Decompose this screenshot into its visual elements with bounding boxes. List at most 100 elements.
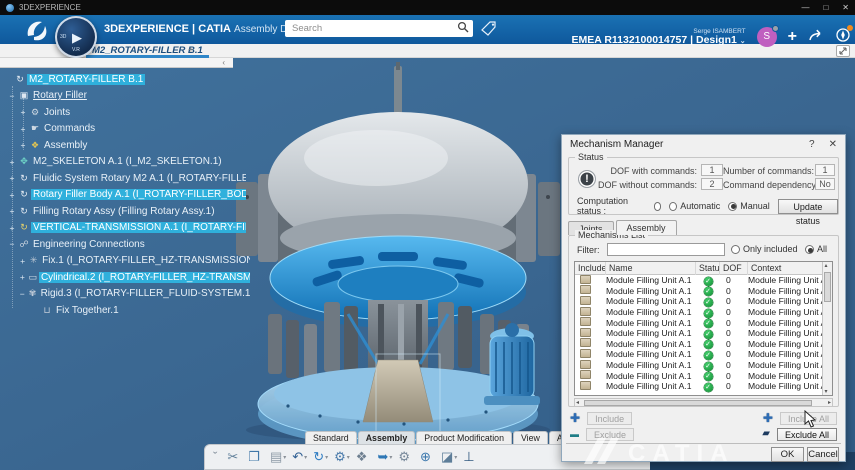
tree-item[interactable]: + ↻ VERTICAL-TRANSMISSION A.1 (I_ROTARY-… — [0, 220, 250, 237]
tree-expander[interactable]: + — [18, 140, 28, 150]
search-icon[interactable] — [457, 20, 469, 38]
tree-expander[interactable]: − — [7, 91, 17, 101]
tree-expander[interactable]: + — [7, 190, 17, 200]
close-button[interactable]: ✕ — [842, 3, 849, 12]
radio-all[interactable] — [805, 245, 814, 254]
tree-item[interactable]: + ↻ Filling Rotary Assy (Filling Rotary … — [0, 203, 250, 220]
include-all-button[interactable]: ✚ Include All — [763, 411, 837, 425]
update-assembly-icon[interactable]: ⊕ ▾ — [418, 446, 437, 468]
robot-axis-icon[interactable]: ⊥ ▾ — [461, 446, 480, 468]
minimize-button[interactable]: — — [801, 3, 809, 12]
section-view-icon[interactable]: ◪ ▾ — [439, 446, 459, 468]
dropdown-caret-icon[interactable]: ▾ — [454, 454, 457, 461]
dialog-close-button[interactable]: ✕ — [829, 139, 837, 150]
included-icon[interactable] — [580, 338, 591, 347]
dropdown-caret-icon[interactable]: ▾ — [304, 454, 307, 461]
tag-icon[interactable] — [481, 20, 498, 42]
mechanism-row[interactable]: Module Filling Unit A.1 0 Module Filling… — [575, 328, 832, 339]
share-icon[interactable] — [808, 28, 824, 47]
radio-only-included[interactable] — [731, 245, 740, 254]
workspace-selector[interactable]: EMEA R1132100014757 | Design1 ⌄ — [571, 35, 745, 47]
new-component-icon[interactable]: ⚙ ▾ — [332, 446, 352, 468]
update-icon[interactable]: ↻ ▾ — [311, 446, 330, 468]
tree-item[interactable]: − ☍ Engineering Connections — [0, 236, 250, 253]
mechanism-row[interactable]: Module Filling Unit A.1 0 Module Filling… — [575, 370, 832, 381]
dropdown-caret-icon[interactable]: ▾ — [389, 454, 392, 461]
help-compass-icon[interactable] — [835, 27, 851, 48]
mechanism-row[interactable]: Module Filling Unit A.1 0 Module Filling… — [575, 349, 832, 360]
included-icon[interactable] — [580, 275, 591, 284]
mechanism-row[interactable]: Module Filling Unit A.1 0 Module Filling… — [575, 296, 832, 307]
undo-icon[interactable]: ↶ ▾ — [290, 446, 309, 468]
dialog-tab[interactable]: Assembly — [616, 220, 677, 235]
paste-icon[interactable]: ▤ ▾ — [268, 446, 288, 468]
filter-input[interactable] — [607, 243, 725, 256]
radio-automatic[interactable] — [669, 202, 677, 211]
include-button[interactable]: ✚ Include — [570, 411, 632, 425]
dropdown-caret-icon[interactable]: ▾ — [347, 454, 350, 461]
tree-expander[interactable]: − — [7, 239, 17, 249]
exclude-button[interactable]: ▬ Exclude — [570, 427, 634, 441]
included-icon[interactable] — [580, 349, 591, 358]
included-icon[interactable] — [580, 285, 591, 294]
tree-expander[interactable]: + — [18, 107, 28, 117]
mechanism-row[interactable]: Module Filling Unit A.1 0 Module Filling… — [575, 286, 832, 297]
mechanism-row[interactable]: Module Filling Unit A.1 0 Module Filling… — [575, 360, 832, 371]
copy-icon[interactable]: ❐ ▾ — [246, 446, 266, 468]
maximize-button[interactable]: □ — [823, 3, 828, 12]
3d-compass-icon[interactable]: ▶ 3D V.R — [55, 16, 97, 58]
manage-representations-icon[interactable]: ⚙ ▾ — [396, 446, 416, 468]
exclude-all-button[interactable]: ▰ Exclude All — [762, 427, 837, 441]
user-block[interactable]: Serge ISAMBERT EMEA R1132100014757 | Des… — [571, 28, 745, 47]
tree-expander[interactable]: + — [7, 157, 17, 167]
included-icon[interactable] — [580, 328, 591, 337]
compass-play-icon[interactable]: ▶ — [72, 30, 82, 46]
table-header[interactable]: Included Name Status DOF w... Context — [575, 262, 832, 275]
tree-item[interactable]: − ✾ Rigid.3 (I_ROTARY-FILLER_FLUID-SYSTE… — [0, 286, 250, 303]
tree-item[interactable]: + ✥ M2_SKELETON A.1 (I_M2_SKELETON.1) — [0, 154, 250, 171]
actionbar-tab[interactable]: Product Modification — [416, 431, 512, 444]
search-input[interactable]: Search — [285, 20, 473, 37]
tree-collapse-icon[interactable]: ‹ — [222, 59, 225, 67]
tree-expander[interactable]: + — [7, 173, 17, 183]
included-icon[interactable] — [580, 370, 591, 379]
dialog-help-button[interactable]: ? — [809, 139, 815, 150]
mechanism-row[interactable]: Module Filling Unit A.1 0 Module Filling… — [575, 275, 832, 286]
vertical-scrollbar[interactable] — [822, 262, 832, 395]
tree-expander[interactable]: + — [18, 272, 27, 282]
tree-item[interactable]: + ✳ Fix.1 (I_ROTARY-FILLER_HZ-TRANSMISSI… — [0, 253, 250, 270]
tree-toolbar[interactable]: ‹ — [0, 58, 233, 68]
tree-item[interactable]: + ☛ Commands — [0, 121, 250, 138]
3d-viewport[interactable]: ‹ ↻ M2_ROTARY-FILLER B.1 − ▣ Rotary Fill… — [0, 58, 855, 470]
new-tab-button[interactable]: + — [188, 45, 194, 56]
tree-item[interactable]: + ↻ Rotary Filler Body A.1 (I_ROTARY-FIL… — [0, 187, 250, 204]
included-icon[interactable] — [580, 360, 591, 369]
assembly-component-icon[interactable]: ❖ ▾ — [354, 446, 374, 468]
tree-item[interactable]: + ❖ Assembly — [0, 137, 250, 154]
tree-item[interactable]: + ▭ Cylindrical.2 (I_ROTARY-FILLER_HZ-TR… — [0, 269, 250, 286]
tree-expander[interactable]: + — [7, 223, 17, 233]
radio-automatic[interactable] — [654, 202, 662, 211]
tree-item[interactable]: + ⚙ Joints — [0, 104, 250, 121]
dropdown-caret-icon[interactable]: ▾ — [325, 454, 328, 461]
included-icon[interactable] — [580, 307, 591, 316]
included-icon[interactable] — [580, 317, 591, 326]
tree-item[interactable]: ⊔ Fix Together.1 — [0, 302, 250, 319]
included-icon[interactable] — [580, 381, 591, 390]
ok-button[interactable]: OK — [771, 447, 804, 462]
mechanism-row[interactable]: Module Filling Unit A.1 0 Module Filling… — [575, 339, 832, 350]
tree-expander[interactable]: + — [18, 256, 27, 266]
tree-item[interactable]: + ↻ Fluidic System Rotary M2 A.1 (I_ROTA… — [0, 170, 250, 187]
included-icon[interactable] — [580, 296, 591, 305]
actionbar-tab[interactable]: View — [513, 431, 548, 444]
3d-model[interactable] — [228, 62, 568, 452]
tree-expander[interactable]: + — [18, 124, 28, 134]
mechanism-row[interactable]: Module Filling Unit A.1 0 Module Filling… — [575, 317, 832, 328]
mechanism-row[interactable]: Module Filling Unit A.1 0 Module Filling… — [575, 307, 832, 318]
update-status-button[interactable]: Update status — [778, 199, 838, 214]
tree-item[interactable]: − ▣ Rotary Filler — [0, 88, 250, 105]
add-content-button[interactable]: + — [788, 30, 797, 44]
radio-manual[interactable] — [728, 202, 737, 211]
scrollbar-thumb[interactable] — [824, 272, 831, 302]
mechanism-row[interactable]: Module Filling Unit A.1 0 Module Filling… — [575, 381, 832, 392]
